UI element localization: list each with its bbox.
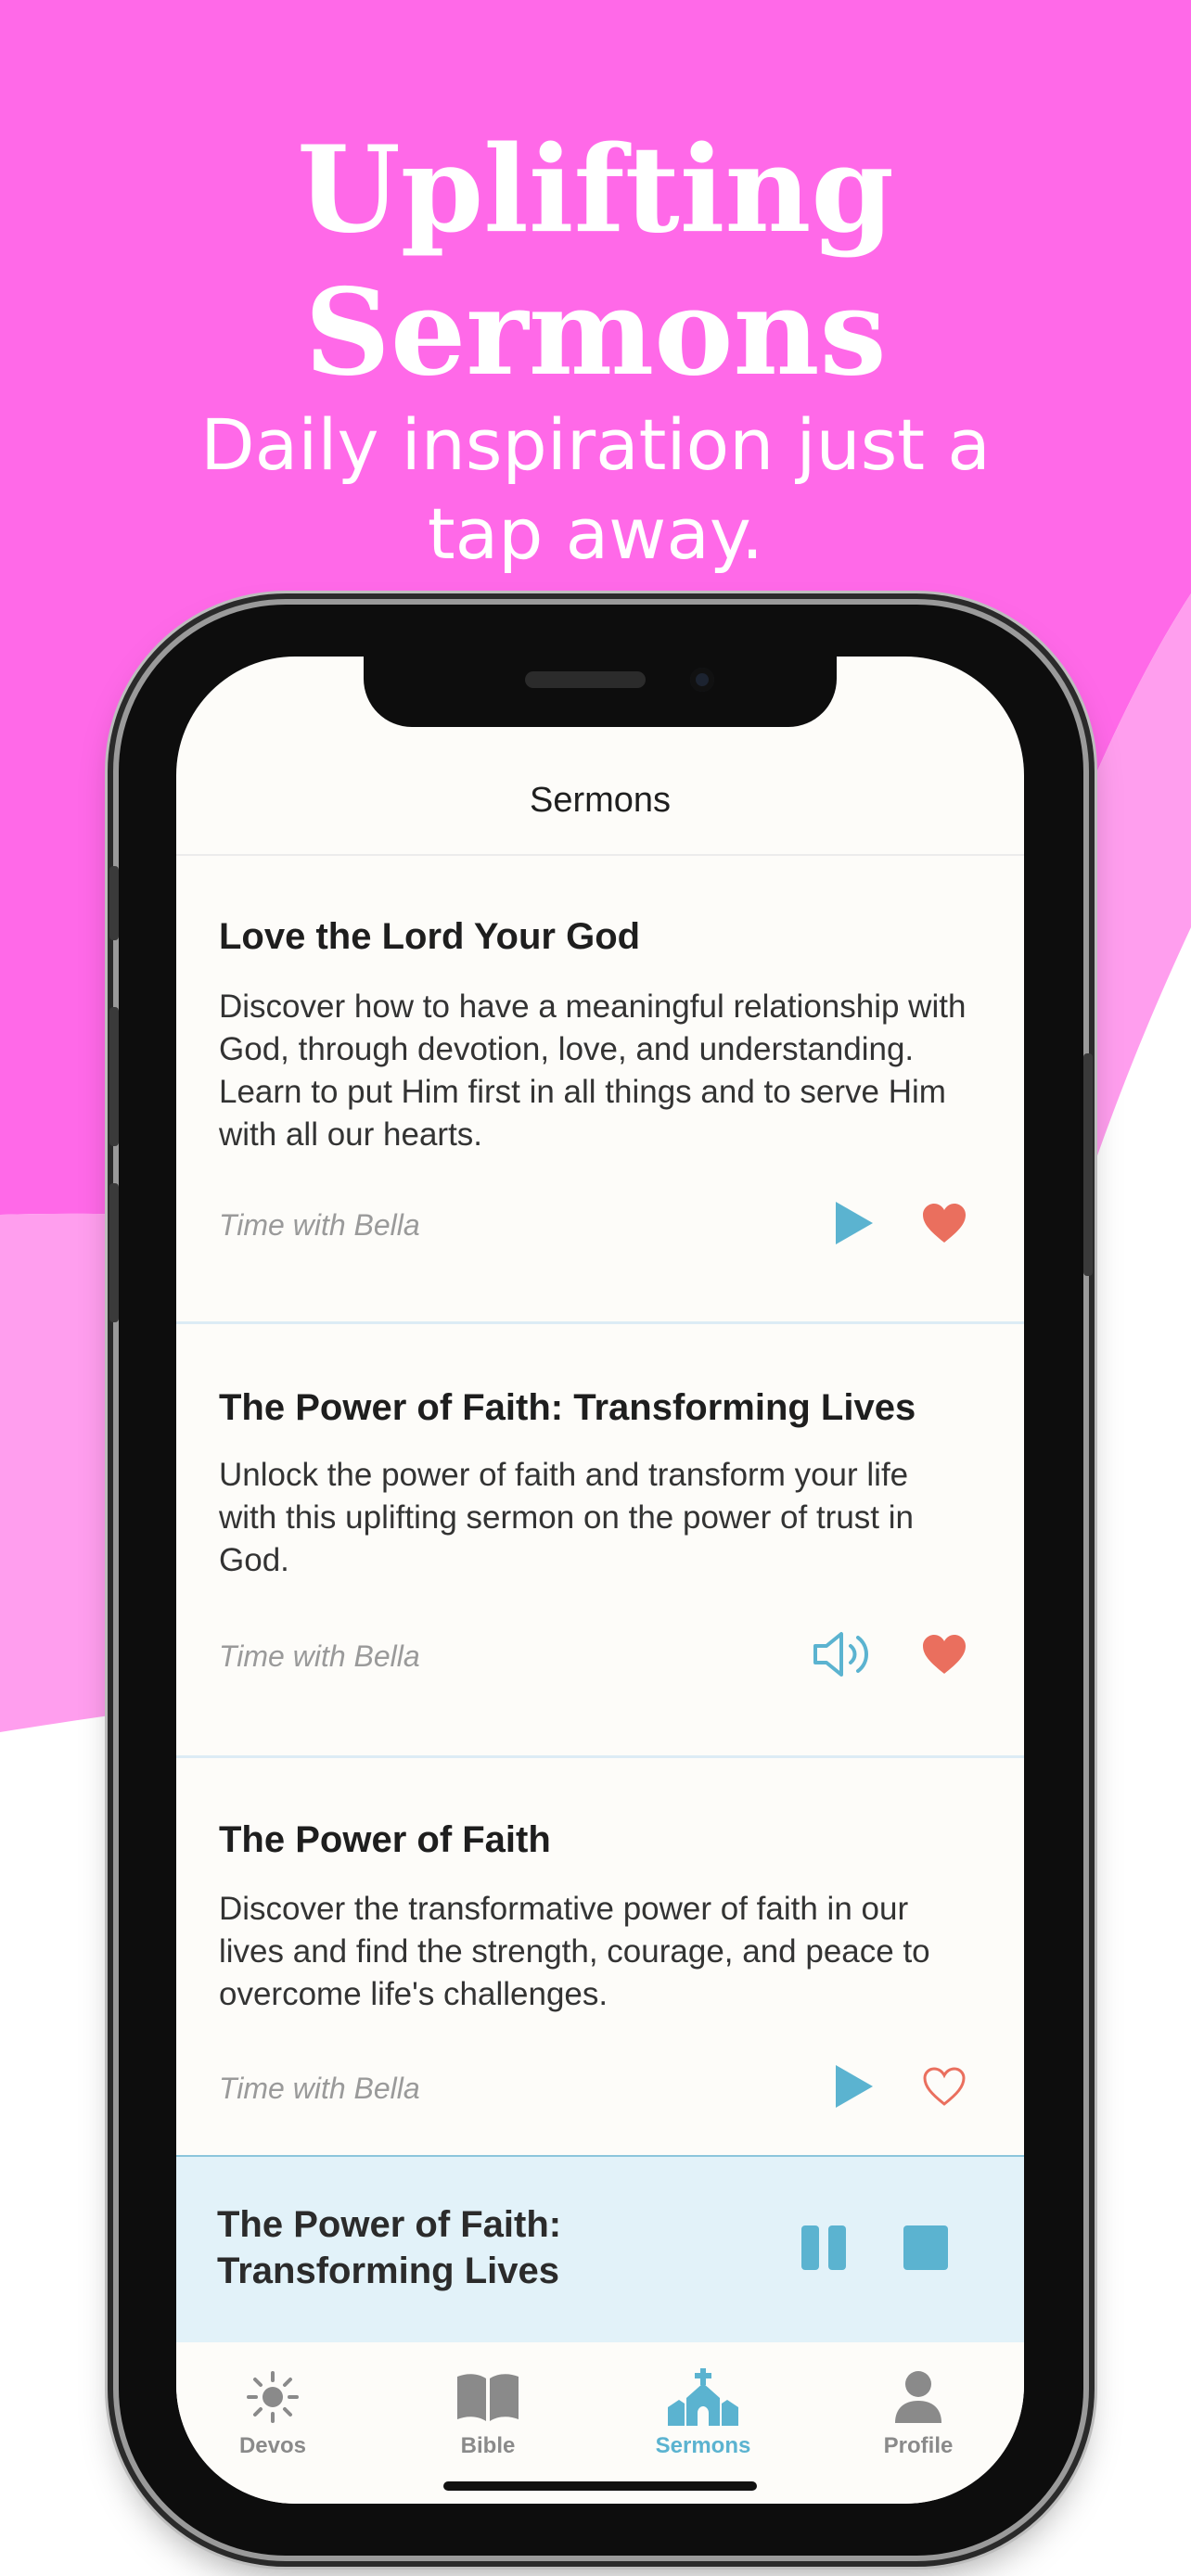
notch xyxy=(364,657,837,727)
hero-subtitle: Daily inspiration just a tap away. xyxy=(200,403,991,575)
nav-title: Sermons xyxy=(529,781,672,820)
sermon-author: Time with Bella xyxy=(219,1208,420,1242)
sermon-card[interactable]: Love the Lord Your God Discover how to h… xyxy=(176,856,1024,1329)
sermon-title: Love the Lord Your God xyxy=(219,916,641,957)
book-icon xyxy=(457,2374,519,2421)
heart-outline-icon xyxy=(923,2067,966,2106)
tab-bar: Devos Bible Sermons Profile xyxy=(176,2342,1024,2504)
power-button xyxy=(1083,1053,1093,1276)
heart-filled-icon xyxy=(923,1204,966,1243)
pause-icon xyxy=(801,2225,846,2270)
stop-icon xyxy=(903,2225,948,2270)
play-icon xyxy=(836,1202,873,1244)
hero-title: Uplifting Sermons xyxy=(0,119,1191,404)
play-button[interactable] xyxy=(826,1195,881,1251)
speaker-icon xyxy=(813,1632,868,1677)
play-icon xyxy=(836,2065,873,2108)
volume-up-button xyxy=(109,1007,119,1146)
favorite-button[interactable] xyxy=(916,2059,972,2114)
favorite-button[interactable] xyxy=(916,1195,972,1251)
now-playing-bar[interactable]: The Power of Faith: Transforming Lives xyxy=(176,2155,1024,2342)
play-button[interactable] xyxy=(826,2059,881,2114)
stop-button[interactable] xyxy=(898,2220,954,2276)
sermon-description: Discover the transformative power of fai… xyxy=(219,1891,930,2012)
sermon-title: The Power of Faith: Transforming Lives xyxy=(219,1387,916,1428)
sermon-card[interactable]: The Power of Faith Discover the transfor… xyxy=(176,1758,1024,2155)
silent-switch xyxy=(109,866,119,940)
heart-filled-icon xyxy=(923,1635,966,1674)
phone-screen: Sermons Love the Lord Your God Discover … xyxy=(176,657,1024,2504)
pause-button[interactable] xyxy=(796,2220,852,2276)
church-icon xyxy=(668,2368,738,2426)
tab-label: Bible xyxy=(460,2433,516,2458)
tab-bible[interactable]: Bible xyxy=(395,2365,581,2459)
person-icon xyxy=(895,2371,941,2423)
tab-profile[interactable]: Profile xyxy=(826,2365,1011,2459)
sermon-description: Discover how to have a meaningful relati… xyxy=(219,988,967,1153)
tab-label: Devos xyxy=(238,2433,307,2458)
home-indicator[interactable] xyxy=(443,2481,757,2491)
tab-label: Sermons xyxy=(655,2433,751,2458)
tab-label: Profile xyxy=(883,2433,954,2458)
sun-icon xyxy=(247,2371,299,2423)
sermon-card[interactable]: The Power of Faith: Transforming Lives U… xyxy=(176,1324,1024,1758)
sermon-title: The Power of Faith xyxy=(219,1819,551,1860)
tab-sermons[interactable]: Sermons xyxy=(610,2365,796,2459)
now-playing-button[interactable] xyxy=(807,1626,881,1682)
sermon-author: Time with Bella xyxy=(219,1639,420,1673)
hero-title-line2: Sermons xyxy=(304,263,887,402)
now-playing-title: The Power of Faith: Transforming Lives xyxy=(217,2204,562,2291)
earpiece-speaker xyxy=(525,671,646,688)
favorite-button[interactable] xyxy=(916,1626,972,1682)
hero-title-line1: Uplifting xyxy=(297,121,894,260)
front-camera xyxy=(690,668,714,692)
sermon-author: Time with Bella xyxy=(219,2072,420,2105)
tab-devos[interactable]: Devos xyxy=(180,2365,365,2459)
volume-down-button xyxy=(109,1183,119,1322)
sermon-description: Unlock the power of faith and transform … xyxy=(219,1457,914,1578)
